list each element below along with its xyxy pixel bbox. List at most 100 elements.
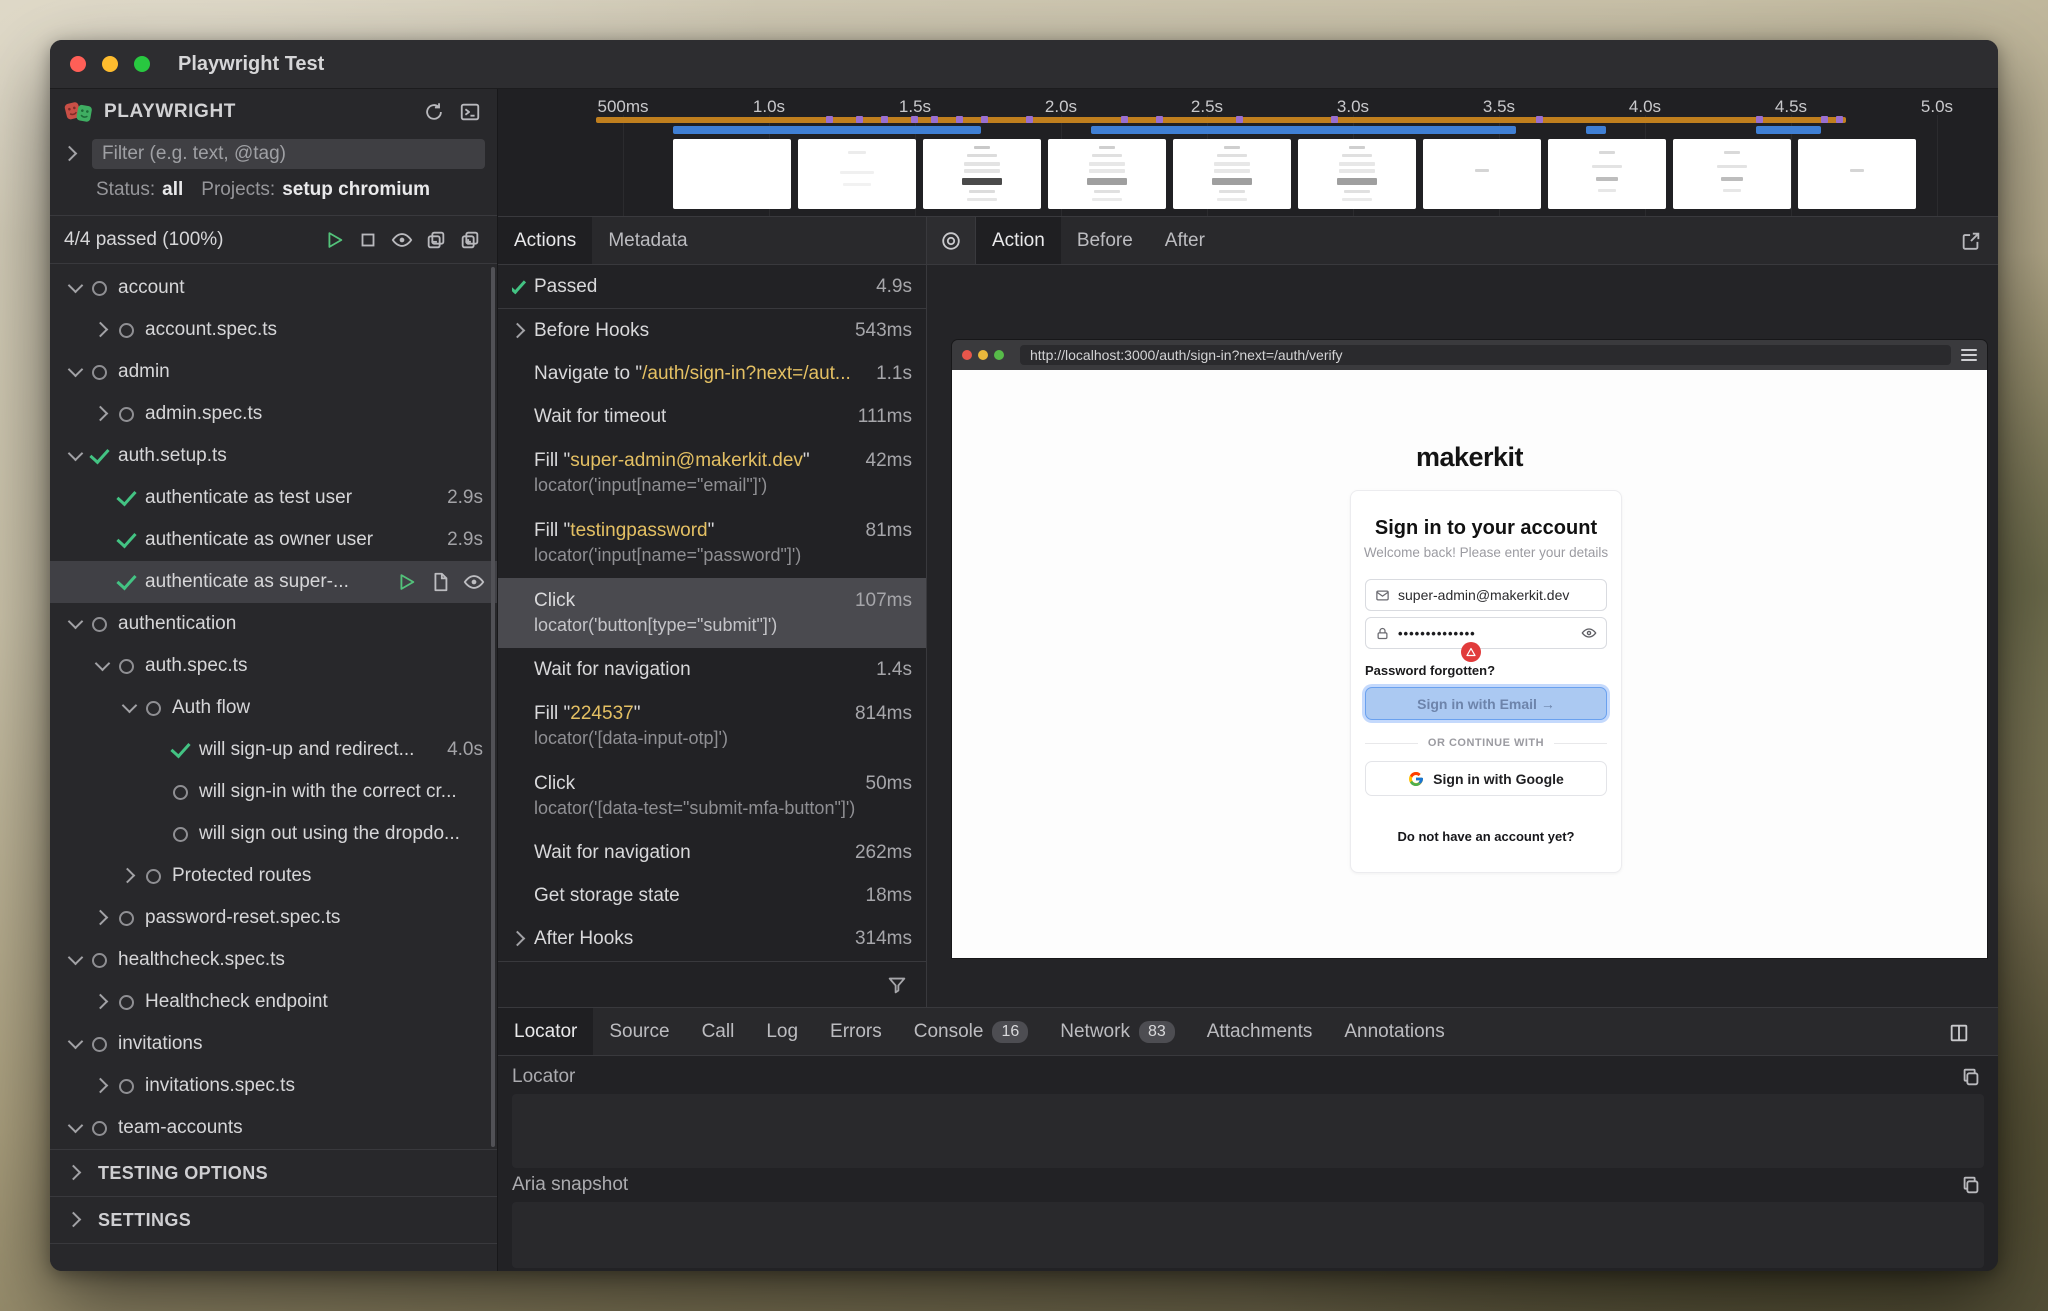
chevron-down-icon[interactable] — [93, 656, 113, 676]
show-source-icon[interactable] — [429, 571, 451, 593]
chevron-down-icon[interactable] — [66, 1118, 86, 1138]
tab-after[interactable]: After — [1149, 217, 1221, 264]
tab-errors[interactable]: Errors — [814, 1008, 898, 1055]
chevron-right-icon[interactable] — [120, 866, 140, 886]
tree-row[interactable]: Protected routes — [50, 855, 497, 897]
tree-row[interactable]: admin.spec.ts — [50, 393, 497, 435]
action-row[interactable]: After Hooks314ms — [498, 917, 926, 960]
action-row[interactable]: Click107mslocator('button[type="submit"]… — [498, 578, 926, 648]
filmstrip-frame[interactable] — [1298, 139, 1416, 209]
chevron-right-icon[interactable] — [93, 1076, 113, 1096]
tree-row[interactable]: authentication — [50, 603, 497, 645]
filmstrip-frame[interactable] — [923, 139, 1041, 209]
action-row[interactable]: Wait for navigation1.4s — [498, 648, 926, 691]
tree-row[interactable]: invitations.spec.ts — [50, 1065, 497, 1107]
tree-row[interactable]: auth.setup.ts — [50, 435, 497, 477]
tree-row[interactable]: Healthcheck endpoint — [50, 981, 497, 1023]
tree-row[interactable]: password-reset.spec.ts — [50, 897, 497, 939]
open-external-button[interactable] — [1958, 228, 1984, 254]
chevron-right-icon[interactable] — [93, 992, 113, 1012]
expand-all-button[interactable] — [457, 227, 483, 253]
tree-row[interactable]: admin — [50, 351, 497, 393]
aria-snapshot-editor[interactable] — [512, 1202, 1984, 1268]
signin-google-button[interactable]: Sign in with Google — [1365, 761, 1607, 796]
tab-actions[interactable]: Actions — [498, 217, 592, 264]
signup-link[interactable]: Do not have an account yet? — [1351, 829, 1621, 844]
chevron-down-icon[interactable] — [66, 1034, 86, 1054]
tab-source[interactable]: Source — [593, 1008, 685, 1055]
forgot-password-link[interactable]: Password forgotten? — [1365, 663, 1495, 678]
filmstrip-frame[interactable] — [1798, 139, 1916, 209]
minimize-button[interactable] — [102, 56, 118, 72]
filter-status-line[interactable]: Status: all Projects: setup chromium — [50, 179, 497, 215]
filmstrip-frame[interactable] — [673, 139, 791, 209]
password-field[interactable]: •••••••••••••• — [1365, 617, 1607, 649]
run-test-icon[interactable] — [395, 571, 417, 593]
chevron-down-icon[interactable] — [66, 446, 86, 466]
tree-row[interactable]: invitations — [50, 1023, 497, 1065]
chevron-down-icon[interactable] — [66, 278, 86, 298]
timeline-strip[interactable]: 500ms1.0s1.5s2.0s2.5s3.0s3.5s4.0s4.5s5.0… — [498, 89, 1998, 217]
action-row[interactable]: Click50mslocator('[data-test="submit-mfa… — [498, 761, 926, 831]
action-row[interactable]: Passed4.9s — [498, 265, 926, 309]
action-row[interactable]: Before Hooks543ms — [498, 309, 926, 352]
filmstrip-frame[interactable] — [1048, 139, 1166, 209]
tree-row[interactable]: auth.spec.ts — [50, 645, 497, 687]
tab-attachments[interactable]: Attachments — [1191, 1008, 1329, 1055]
copy-aria-snapshot-button[interactable] — [1958, 1172, 1984, 1198]
watch-all-button[interactable] — [389, 227, 415, 253]
tab-call[interactable]: Call — [686, 1008, 751, 1055]
chevron-right-icon[interactable] — [93, 404, 113, 424]
filmstrip-frame[interactable] — [1423, 139, 1541, 209]
tree-row[interactable]: account — [50, 267, 497, 309]
watch-test-icon[interactable] — [463, 571, 485, 593]
tree-row[interactable]: account.spec.ts — [50, 309, 497, 351]
chevron-right-icon[interactable] — [93, 908, 113, 928]
filmstrip-frame[interactable] — [798, 139, 916, 209]
action-row[interactable]: Fill "super-admin@makerkit.dev"42mslocat… — [498, 438, 926, 508]
chevron-down-icon[interactable] — [66, 362, 86, 382]
action-row[interactable]: Get storage state18ms — [498, 874, 926, 917]
filter-funnel-icon[interactable] — [884, 972, 910, 998]
tree-row[interactable]: team-accounts — [50, 1107, 497, 1149]
tab-locator[interactable]: Locator — [498, 1008, 593, 1055]
chevron-down-icon[interactable] — [120, 698, 140, 718]
tab-annotations[interactable]: Annotations — [1328, 1008, 1460, 1055]
section-settings[interactable]: SETTINGS — [50, 1196, 497, 1243]
chevron-right-icon[interactable] — [512, 325, 534, 336]
chevron-down-icon[interactable] — [66, 950, 86, 970]
collapse-all-button[interactable] — [423, 227, 449, 253]
reload-tests-button[interactable] — [421, 99, 447, 125]
tree-row[interactable]: healthcheck.spec.ts — [50, 939, 497, 981]
copy-locator-button[interactable] — [1958, 1064, 1984, 1090]
tree-row[interactable]: Auth flow — [50, 687, 497, 729]
email-field[interactable]: super-admin@makerkit.dev — [1365, 579, 1607, 611]
chevron-down-icon[interactable] — [66, 614, 86, 634]
action-row[interactable]: Wait for timeout111ms — [498, 395, 926, 438]
chevron-right-icon[interactable] — [512, 933, 534, 944]
chevron-right-icon[interactable] — [93, 320, 113, 340]
toggle-password-eye-icon[interactable] — [1581, 625, 1597, 641]
tab-before[interactable]: Before — [1061, 217, 1149, 264]
filmstrip-frame[interactable] — [1173, 139, 1291, 209]
filmstrip-frame[interactable] — [1673, 139, 1791, 209]
action-row[interactable]: Fill "224537"814mslocator('[data-input-o… — [498, 691, 926, 761]
signin-email-button[interactable]: Sign in with Email → — [1365, 687, 1607, 720]
tree-row[interactable]: will sign-up and redirect...4.0s — [50, 729, 497, 771]
section-testing-options[interactable]: TESTING OPTIONS — [50, 1149, 497, 1196]
run-all-button[interactable] — [321, 227, 347, 253]
tree-row[interactable]: authenticate as super-... — [50, 561, 497, 603]
split-view-button[interactable] — [1946, 1020, 1972, 1046]
zoom-button[interactable] — [134, 56, 150, 72]
tab-network[interactable]: Network83 — [1044, 1008, 1190, 1055]
action-row[interactable]: Wait for navigation262ms — [498, 831, 926, 874]
tree-row[interactable]: authenticate as test user2.9s — [50, 477, 497, 519]
filter-input[interactable] — [92, 139, 485, 169]
action-row[interactable]: Navigate to "/auth/sign-in?next=/aut...1… — [498, 352, 926, 395]
locator-editor[interactable] — [512, 1094, 1984, 1168]
close-button[interactable] — [70, 56, 86, 72]
sidebar-scrollbar[interactable] — [491, 267, 495, 1147]
tree-row[interactable]: will sign out using the dropdo... — [50, 813, 497, 855]
action-row[interactable]: Fill "testingpassword"81mslocator('input… — [498, 508, 926, 578]
filmstrip-frame[interactable] — [1548, 139, 1666, 209]
